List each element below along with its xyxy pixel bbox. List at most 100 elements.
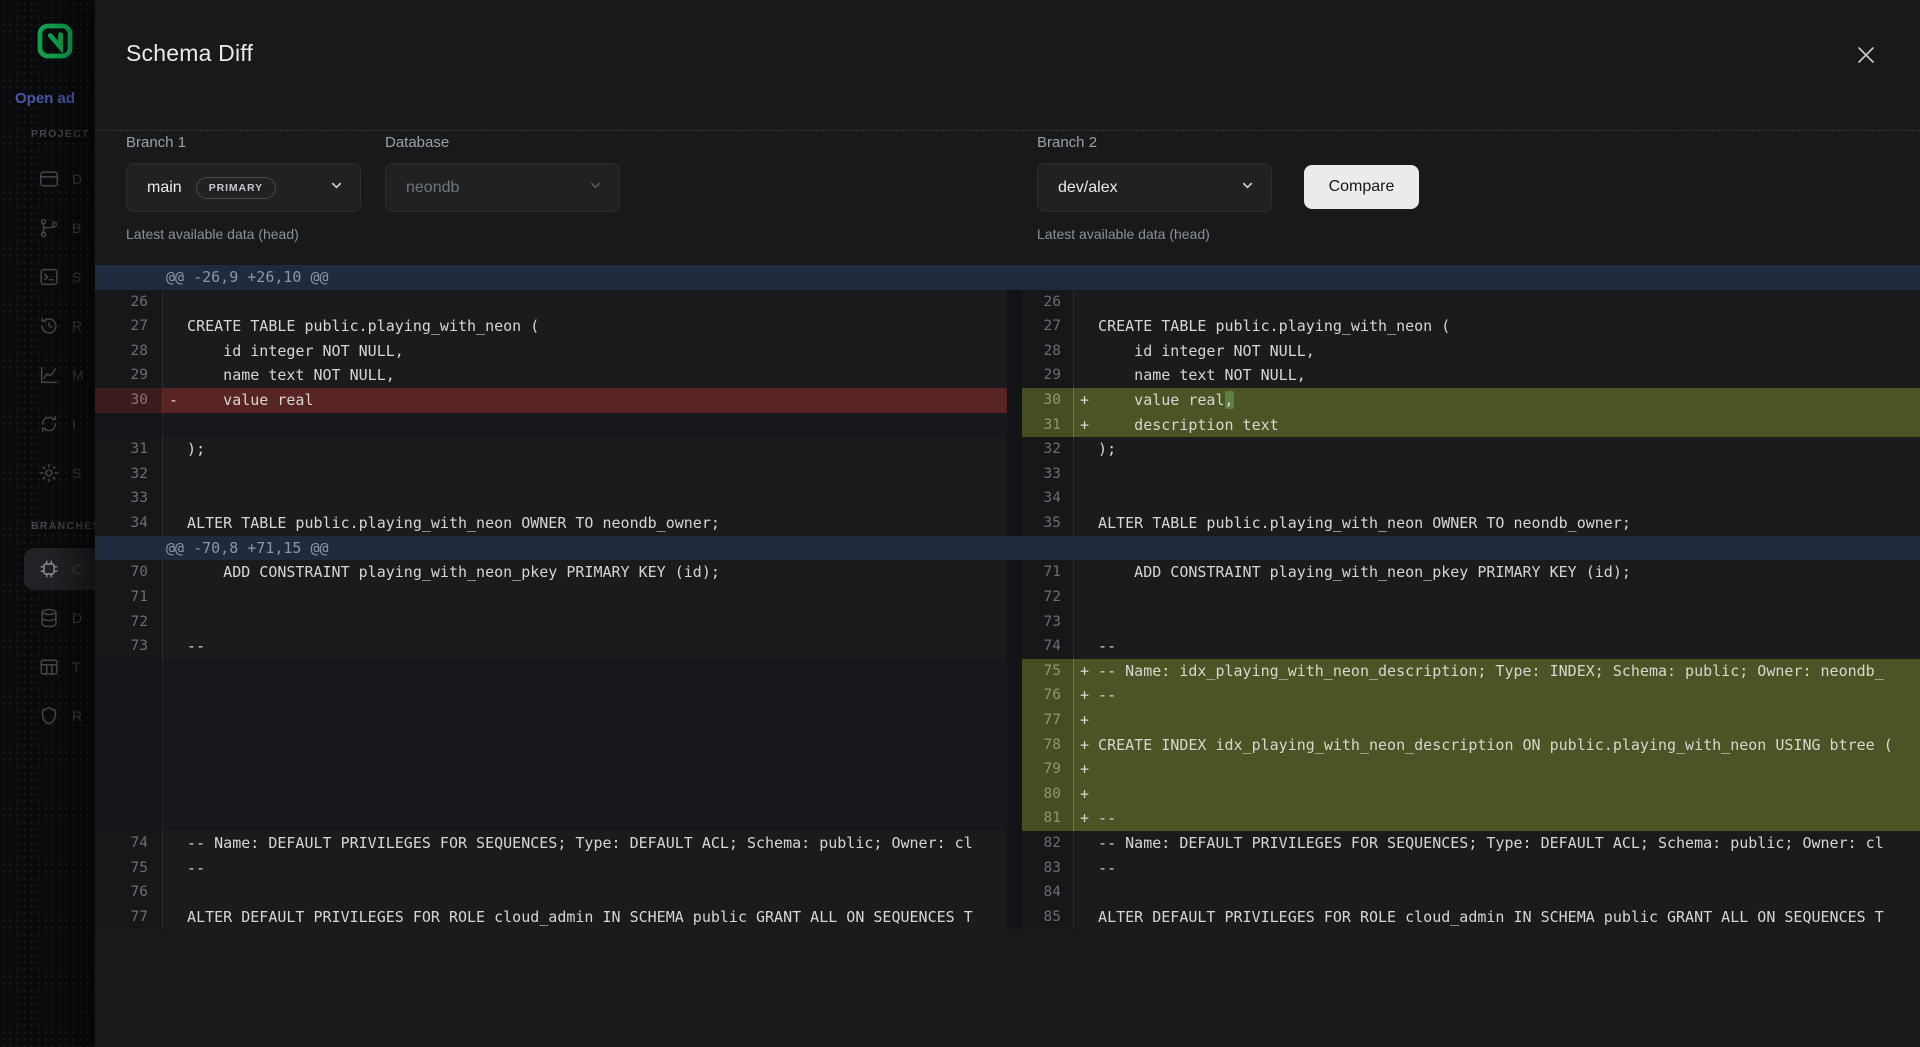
neon-logo[interactable] xyxy=(36,22,74,60)
code-text: CREATE TABLE public.playing_with_neon ( xyxy=(163,314,1007,339)
sidebar-item-databases[interactable]: D xyxy=(24,597,95,639)
diff-row: 80+ xyxy=(95,782,1920,807)
line-number: 26 xyxy=(95,290,163,315)
line-number: 84 xyxy=(1022,880,1074,905)
sidebar-item-roles[interactable]: R xyxy=(24,695,95,737)
diff-line-left xyxy=(95,782,1007,807)
sidebar-item-settings[interactable]: S xyxy=(24,452,95,494)
code-text: + value real, xyxy=(1074,388,1920,413)
diff-row: 70 ADD CONSTRAINT playing_with_neon_pkey… xyxy=(95,560,1920,585)
sidebar-item-branches[interactable]: B xyxy=(24,207,95,249)
diff-line-right: 71 ADD CONSTRAINT playing_with_neon_pkey… xyxy=(1022,560,1920,585)
diff-line-left xyxy=(95,733,1007,758)
database-select[interactable]: neondb xyxy=(385,163,620,212)
code-text: -- xyxy=(1074,856,1920,881)
code-text xyxy=(163,462,1007,487)
diff-line-left: 32 xyxy=(95,462,1007,487)
computes-icon xyxy=(38,558,60,580)
diff-row: 31 );32 ); xyxy=(95,437,1920,462)
chevron-down-icon xyxy=(329,178,344,198)
code-text xyxy=(163,659,1007,684)
diff-line-right: 79+ xyxy=(1022,757,1920,782)
databases-icon xyxy=(38,607,60,629)
diff-row: 28 id integer NOT NULL,28 id integer NOT… xyxy=(95,339,1920,364)
sidebar-item-monitoring[interactable]: M xyxy=(24,354,95,396)
diff-line-right: 28 id integer NOT NULL, xyxy=(1022,339,1920,364)
diff-line-right: 26 xyxy=(1022,290,1920,315)
branch1-value: main xyxy=(147,179,182,197)
diff-line-left: 70 ADD CONSTRAINT playing_with_neon_pkey… xyxy=(95,560,1007,585)
diff-line-left: 72 xyxy=(95,610,1007,635)
code-text: + description text xyxy=(1074,413,1920,438)
diff-line-left xyxy=(95,683,1007,708)
monitoring-icon xyxy=(38,364,60,386)
open-admin-link[interactable]: Open ad xyxy=(15,90,95,107)
code-text xyxy=(1074,880,1920,905)
code-text: -- Name: DEFAULT PRIVILEGES FOR SEQUENCE… xyxy=(1074,831,1920,856)
diff-line-right: 30+ value real, xyxy=(1022,388,1920,413)
schema-diff-modal: Schema Diff Branch 1 main PRIMARY Latest… xyxy=(95,0,1920,1047)
code-text xyxy=(163,683,1007,708)
branch1-select[interactable]: main PRIMARY xyxy=(126,163,361,212)
sidebar-item-computes[interactable]: C xyxy=(24,548,95,590)
code-text: + -- xyxy=(1074,806,1920,831)
diff-line-right: 32 ); xyxy=(1022,437,1920,462)
diff-line-left xyxy=(95,708,1007,733)
code-text: ALTER DEFAULT PRIVILEGES FOR ROLE cloud_… xyxy=(1074,905,1920,930)
code-text: + xyxy=(1074,757,1920,782)
sidebar-item-label: C xyxy=(72,561,82,577)
code-text: ALTER TABLE public.playing_with_neon OWN… xyxy=(1074,511,1920,536)
sidebar-item-dashboard[interactable]: D xyxy=(24,158,95,200)
modal-header: Schema Diff xyxy=(95,0,1920,131)
diff-line-left: 75 -- xyxy=(95,856,1007,881)
line-number: 76 xyxy=(95,880,163,905)
code-text: + -- xyxy=(1074,683,1920,708)
diff-row: 72 73 xyxy=(95,610,1920,635)
sidebar-item-tables[interactable]: T xyxy=(24,646,95,688)
line-number xyxy=(95,733,163,758)
line-number xyxy=(95,782,163,807)
line-number: 77 xyxy=(1022,708,1074,733)
line-number: 29 xyxy=(1022,363,1074,388)
line-number: 72 xyxy=(1022,585,1074,610)
code-text xyxy=(163,880,1007,905)
line-number: 30 xyxy=(1022,388,1074,413)
compare-button[interactable]: Compare xyxy=(1304,165,1419,209)
line-number: 29 xyxy=(95,363,163,388)
line-number: 26 xyxy=(1022,290,1074,315)
diff-row: 30- value real30+ value real, xyxy=(95,388,1920,413)
chevron-down-icon xyxy=(588,178,603,198)
chevron-down-icon xyxy=(1240,178,1255,198)
line-number: 72 xyxy=(95,610,163,635)
database-label: Database xyxy=(385,134,449,151)
sidebar-item-label: M xyxy=(72,367,84,383)
code-text: ); xyxy=(1074,437,1920,462)
branch2-select[interactable]: dev/alex xyxy=(1037,163,1272,212)
line-number: 70 xyxy=(95,560,163,585)
sidebar-item-restore[interactable]: R xyxy=(24,305,95,347)
code-text xyxy=(163,757,1007,782)
diff-row: 26 26 xyxy=(95,290,1920,315)
diff-row: 34 ALTER TABLE public.playing_with_neon … xyxy=(95,511,1920,536)
code-text: + CREATE INDEX idx_playing_with_neon_des… xyxy=(1074,733,1920,758)
code-text: -- Name: DEFAULT PRIVILEGES FOR SEQUENCE… xyxy=(163,831,1007,856)
diff-row: 79+ xyxy=(95,757,1920,782)
diff-line-right: 74 -- xyxy=(1022,634,1920,659)
line-number: 28 xyxy=(95,339,163,364)
diff-line-right: 82 -- Name: DEFAULT PRIVILEGES FOR SEQUE… xyxy=(1022,831,1920,856)
line-number: 28 xyxy=(1022,339,1074,364)
tables-icon xyxy=(38,656,60,678)
line-number: 78 xyxy=(1022,733,1074,758)
close-button[interactable] xyxy=(1850,39,1882,71)
code-text: -- xyxy=(163,634,1007,659)
diff-row: 75 --83 -- xyxy=(95,856,1920,881)
diff-line-left: 27 CREATE TABLE public.playing_with_neon… xyxy=(95,314,1007,339)
sidebar-item-integrations[interactable]: I xyxy=(24,403,95,445)
diff-row: 81+ -- xyxy=(95,806,1920,831)
code-text xyxy=(163,585,1007,610)
diff-row: 71 72 xyxy=(95,585,1920,610)
sidebar-item-sql-editor[interactable]: S xyxy=(24,256,95,298)
code-text xyxy=(163,290,1007,315)
branch1-label: Branch 1 xyxy=(126,134,186,151)
diff-line-right: 35 ALTER TABLE public.playing_with_neon … xyxy=(1022,511,1920,536)
